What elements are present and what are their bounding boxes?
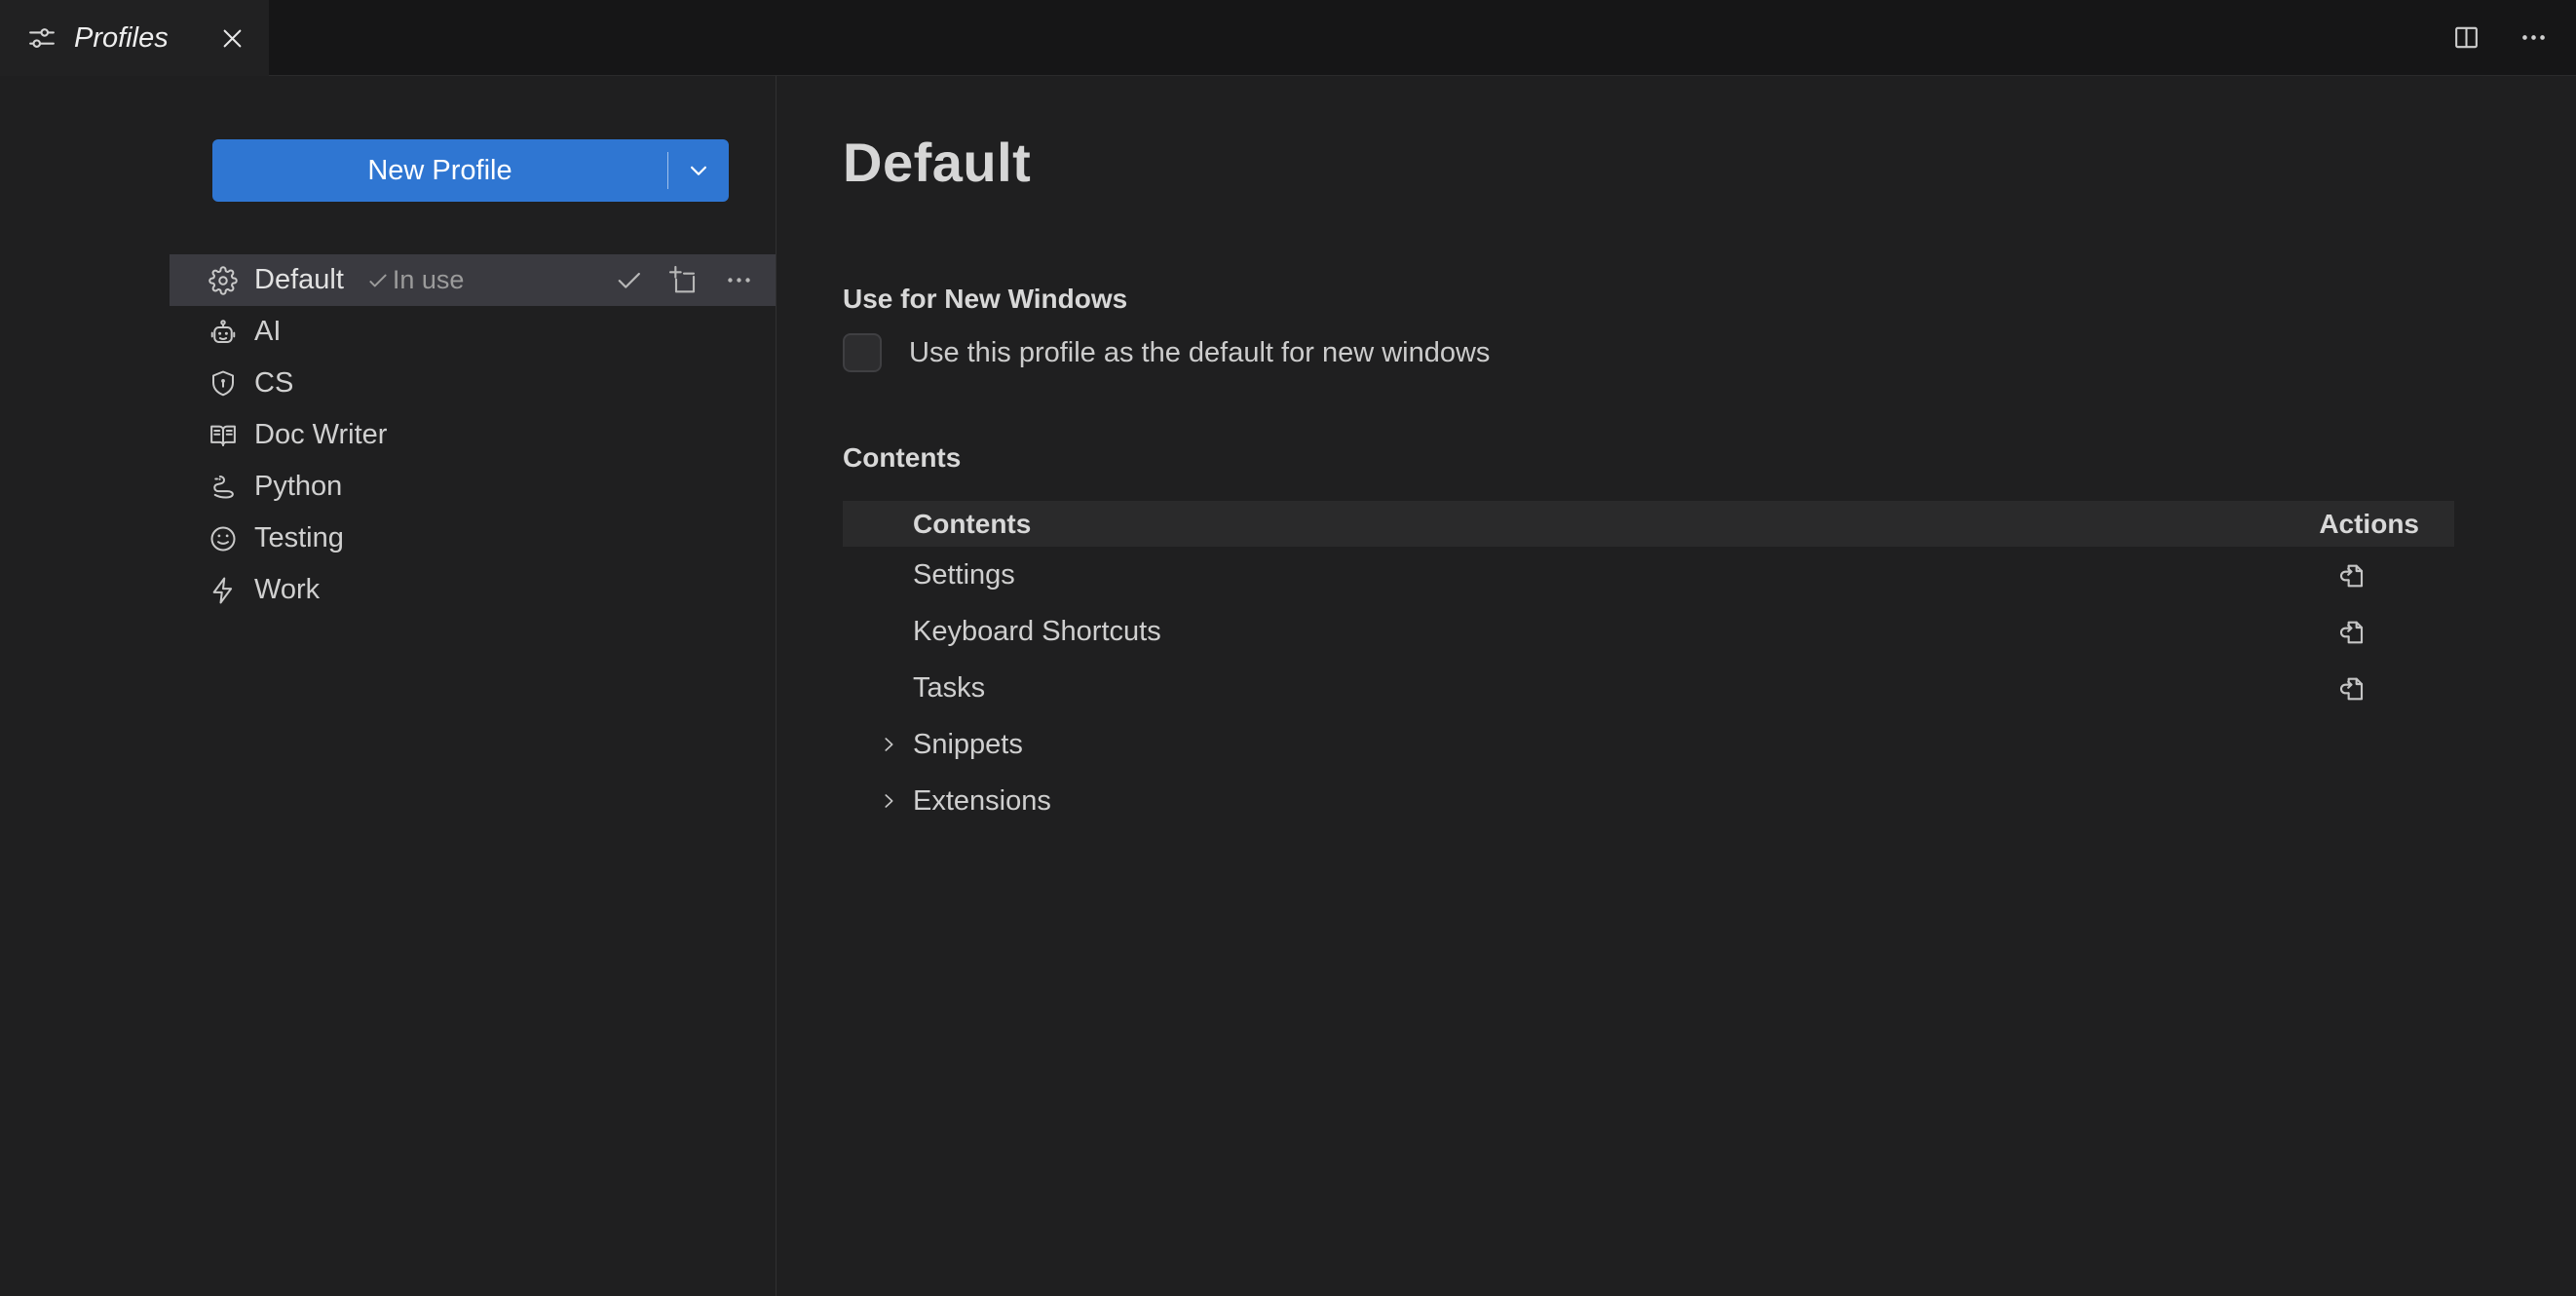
profiles-sliders-icon [27,23,57,53]
close-icon[interactable] [219,25,246,52]
new-profile-label[interactable]: New Profile [212,139,667,202]
new-profile-button[interactable]: New Profile [212,139,729,202]
chevron-down-icon[interactable] [668,139,729,202]
robot-icon [208,318,238,347]
page-title: Default [843,131,2576,194]
sidebar-item-ai[interactable]: AI [170,306,776,358]
shield-lock-icon [208,369,238,399]
table-row-tasks[interactable]: Tasks [843,660,2454,716]
row-label: Extensions [913,785,1051,818]
open-book-icon [208,421,238,450]
profiles-editor: New Profile Default In use [0,76,2576,1296]
sidebar-item-testing[interactable]: Testing [170,513,776,564]
tab-title: Profiles [74,22,202,55]
contents-table: Contents Actions Settings [843,501,2454,829]
default-for-new-windows-checkbox[interactable] [843,333,882,372]
contents-heading: Contents [843,442,2576,474]
sidebar-item-default[interactable]: Default In use [170,254,776,306]
tab-bar: Profiles [0,0,2576,76]
new-windows-heading: Use for New Windows [843,284,2576,315]
profile-name: Testing [254,522,344,554]
profile-details: Default Use for New Windows Use this pro… [777,76,2576,1296]
table-header-row: Contents Actions [843,501,2454,547]
tab-profiles[interactable]: Profiles [0,0,269,76]
sidebar-item-python[interactable]: Python [170,461,776,513]
smiley-icon [208,524,238,553]
profile-row-actions [612,263,756,298]
profiles-sidebar: New Profile Default In use [0,76,777,1296]
profile-name: Work [254,574,320,606]
more-actions-icon[interactable] [2517,20,2551,55]
profile-name: Python [254,471,342,503]
open-file-icon[interactable] [2334,614,2369,649]
default-for-new-windows-row: Use this profile as the default for new … [843,333,2576,372]
use-profile-check-icon[interactable] [612,263,646,297]
new-window-with-profile-icon[interactable] [666,263,701,298]
profile-name: Doc Writer [254,419,387,451]
zap-icon [208,576,238,605]
table-row-extensions[interactable]: Extensions [843,773,2454,829]
table-row-keyboard-shortcuts[interactable]: Keyboard Shortcuts [843,603,2454,660]
profile-list: Default In use [0,254,776,616]
chevron-right-icon[interactable] [878,790,899,812]
snake-icon [208,473,238,502]
row-label: Keyboard Shortcuts [913,616,1161,648]
row-label: Tasks [913,672,985,705]
chevron-right-icon[interactable] [878,734,899,755]
column-header-contents: Contents [843,509,2250,540]
table-row-settings[interactable]: Settings [843,547,2454,603]
table-row-snippets[interactable]: Snippets [843,716,2454,773]
open-file-icon[interactable] [2334,557,2369,592]
column-header-actions: Actions [2250,509,2454,540]
tab-strip [269,0,2576,76]
in-use-label: In use [393,265,465,295]
profile-more-actions-icon[interactable] [722,263,756,297]
open-file-icon[interactable] [2334,670,2369,705]
sidebar-item-doc-writer[interactable]: Doc Writer [170,409,776,461]
in-use-badge: In use [365,265,465,295]
profile-name: AI [254,316,281,348]
gear-icon [208,266,238,295]
sidebar-item-work[interactable]: Work [170,564,776,616]
profile-name: Default [254,264,344,296]
checkbox-label: Use this profile as the default for new … [909,337,1490,369]
row-label: Settings [913,559,1015,591]
split-editor-icon[interactable] [2449,20,2483,55]
row-label: Snippets [913,729,1023,761]
profile-name: CS [254,367,293,400]
sidebar-item-cs[interactable]: CS [170,358,776,409]
